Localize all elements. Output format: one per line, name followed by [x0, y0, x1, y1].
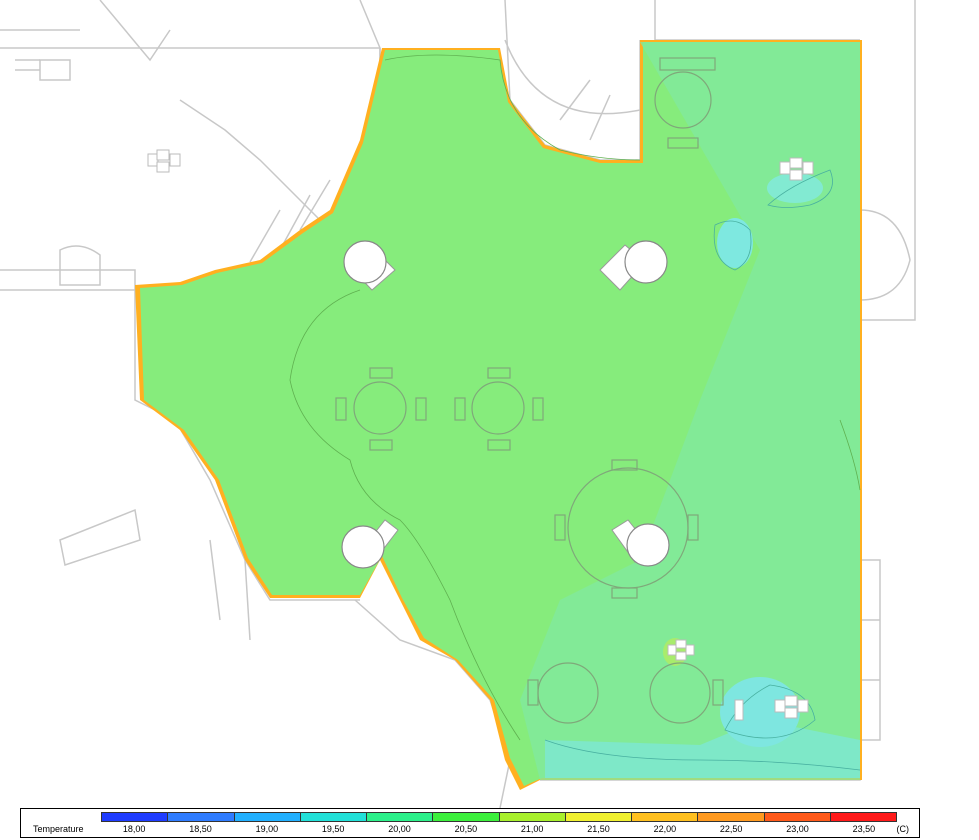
legend-swatch [234, 813, 301, 821]
legend-swatch [300, 813, 367, 821]
legend-swatch [830, 813, 896, 821]
legend-tick-label: 20,00 [388, 824, 411, 834]
legend-tick-label: 22,50 [719, 824, 743, 834]
legend-swatch [433, 813, 500, 821]
temperature-floor-plan [0, 0, 916, 808]
color-scale [101, 812, 897, 822]
legend-tick-label: 23,00 [786, 824, 809, 834]
legend-tick-label: 21,50 [587, 824, 610, 834]
diffuser-1 [147, 149, 181, 173]
legend-tick-label: 19,50 [321, 824, 345, 834]
legend-tick-label: 18,50 [189, 824, 212, 834]
legend-swatch [367, 813, 434, 821]
legend-tick-label: 21,00 [520, 824, 544, 834]
legend-tick-label: 22,00 [653, 824, 677, 834]
legend-tick-label: 19,00 [255, 824, 279, 834]
legend-unit: (C) [896, 824, 910, 834]
floor-temperature-field [135, 40, 862, 790]
legend-swatch [698, 813, 765, 821]
legend-tick-label: 20,50 [454, 824, 478, 834]
legend-swatch [764, 813, 831, 821]
legend-swatch [565, 813, 632, 821]
legend-swatch [168, 813, 235, 821]
cold-spot-1 [717, 218, 753, 268]
legend-swatch [499, 813, 566, 821]
legend-ticks: 18,00 18,50 19,00 19,50 20,00 20,50 21,00 21,50… [101, 824, 897, 836]
diffuser-5 [734, 699, 744, 721]
temperature-legend: Temperature 18,00 18,50 19,00 19,50 20,00 20,… [20, 808, 920, 838]
legend-swatch [102, 813, 169, 821]
legend-swatch [632, 813, 699, 821]
legend-title: Temperature [33, 824, 84, 834]
legend-tick-label: 18,00 [122, 824, 146, 834]
legend-tick-label: 23,50 [852, 824, 876, 834]
